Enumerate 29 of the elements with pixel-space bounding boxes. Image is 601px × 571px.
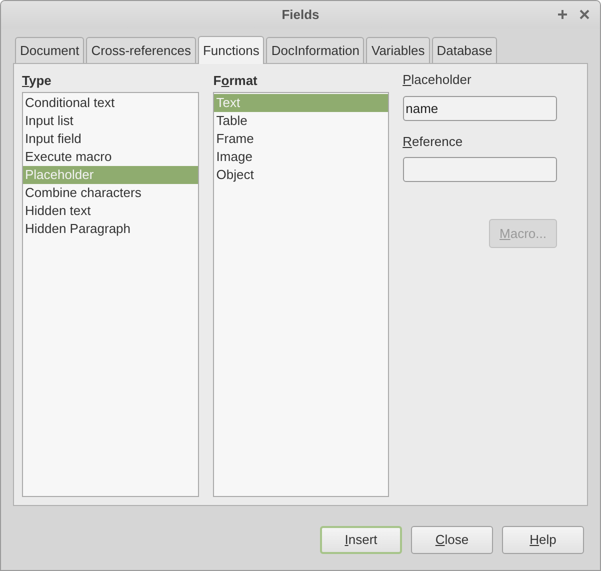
list-item[interactable]: Conditional text — [23, 94, 198, 112]
list-item[interactable]: Input list — [23, 112, 198, 130]
close-icon[interactable] — [579, 9, 590, 20]
list-heading: Type — [22, 72, 52, 90]
reference-field[interactable] — [402, 157, 557, 182]
tab[interactable]: Variables — [366, 37, 430, 63]
list-item[interactable]: Combine characters — [23, 184, 198, 202]
tab[interactable]: Cross-references — [86, 37, 196, 63]
add-icon[interactable] — [557, 9, 568, 20]
list-item[interactable]: Object — [214, 166, 388, 184]
tab[interactable]: Functions — [198, 36, 264, 64]
dialog-button[interactable]: Help — [502, 526, 584, 554]
list-item[interactable]: Hidden Paragraph — [23, 220, 198, 238]
window-title: Fields — [282, 6, 320, 24]
placeholder-field[interactable]: name — [402, 96, 557, 121]
list-item[interactable]: Image — [214, 148, 388, 166]
dialog-button[interactable]: Close — [411, 526, 493, 554]
list-item[interactable]: Frame — [214, 130, 388, 148]
tab[interactable]: Database — [432, 37, 498, 63]
list-item[interactable]: Input field — [23, 130, 198, 148]
list-item[interactable]: Execute macro — [23, 148, 198, 166]
list-item[interactable]: Table — [214, 112, 388, 130]
tab[interactable]: Document — [15, 37, 84, 63]
tab[interactable]: DocInformation — [266, 37, 364, 63]
reference-label: Reference — [402, 133, 464, 151]
list-item[interactable]: Hidden text — [23, 202, 198, 220]
dialog-button[interactable]: Insert — [320, 526, 402, 554]
list-heading: Format — [213, 72, 258, 90]
placeholder-label: Placeholder — [402, 71, 472, 89]
